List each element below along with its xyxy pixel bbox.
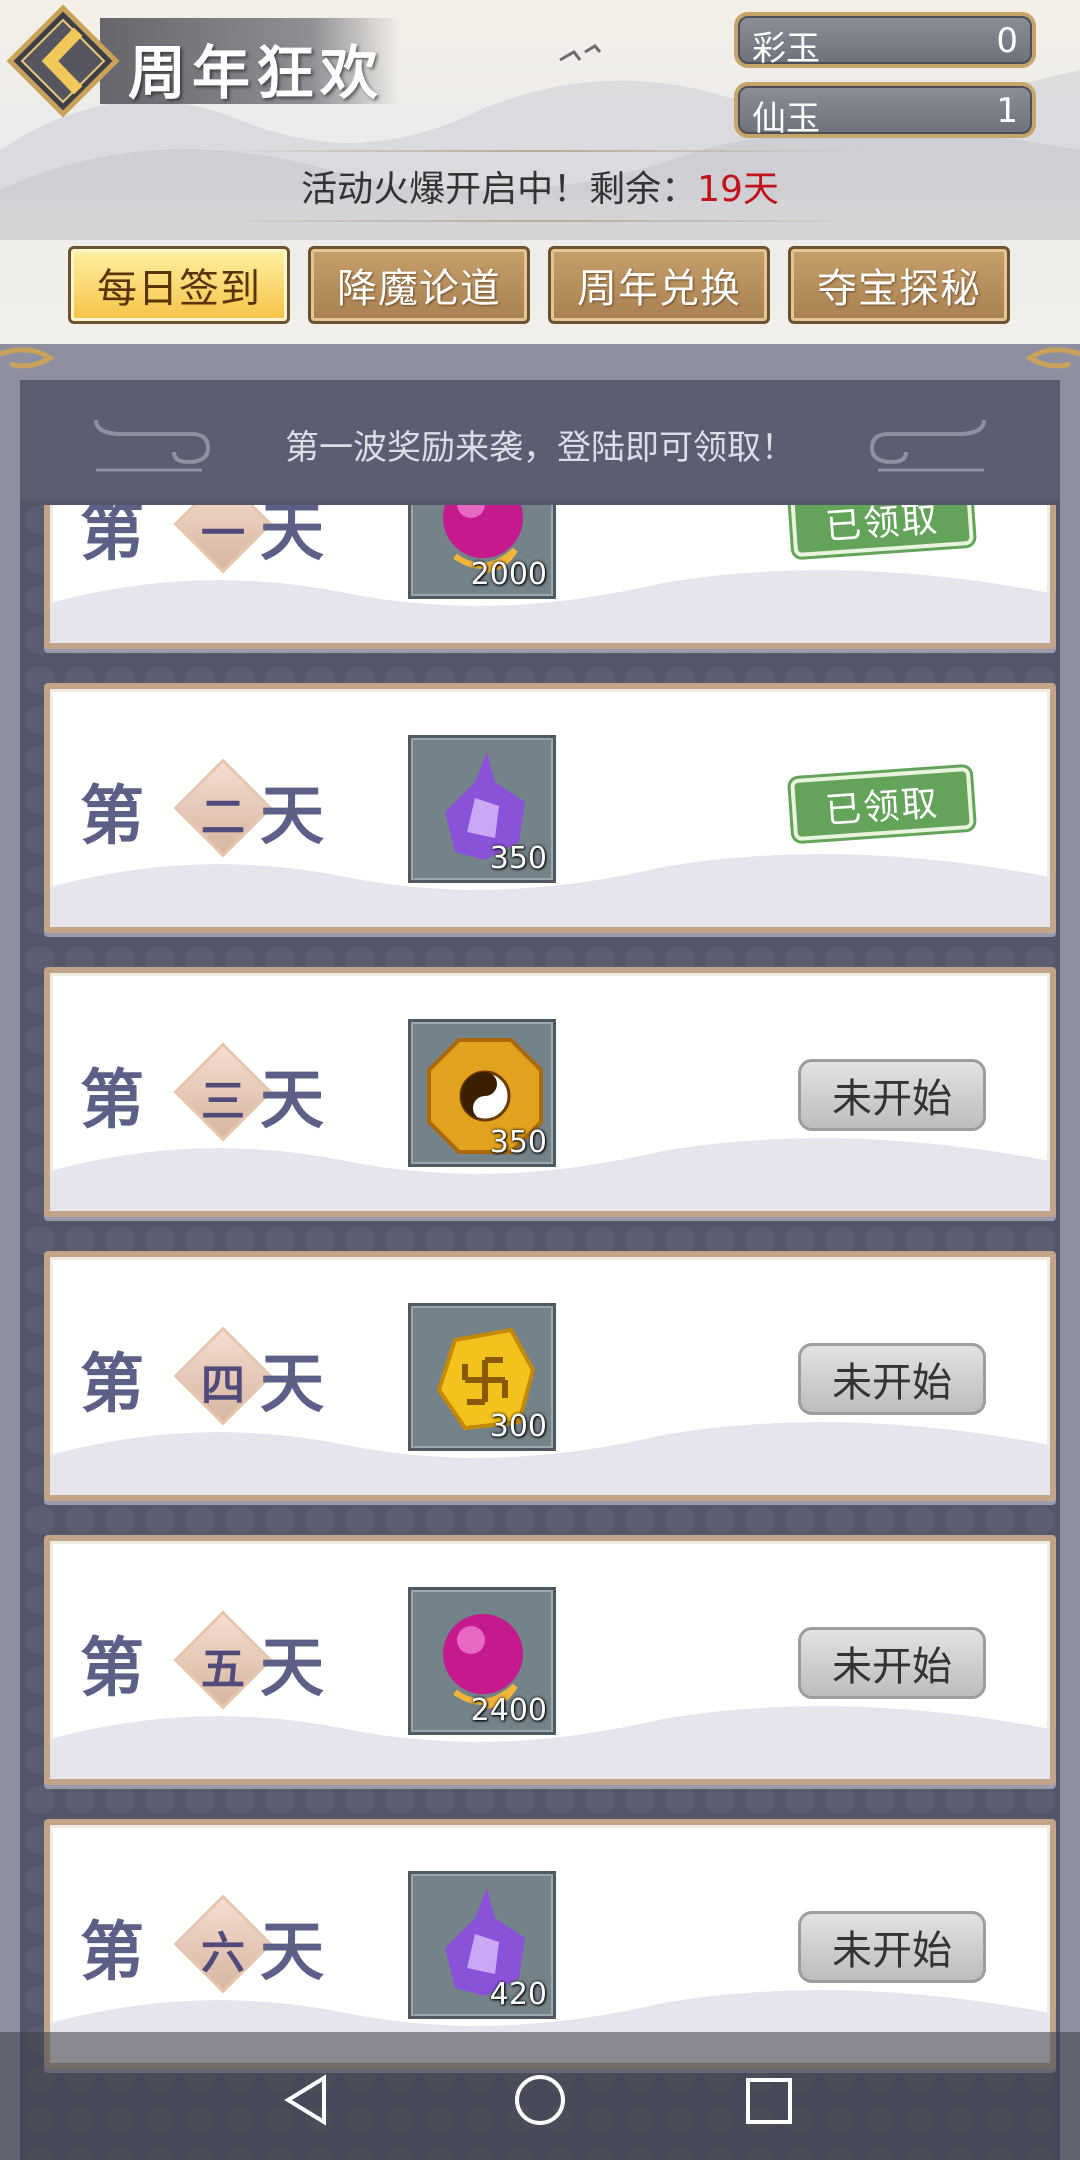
reward-quantity: 420 [489,1977,547,2012]
currency-value: 1 [996,91,1018,131]
reward-quantity: 2000 [470,557,547,592]
currency-label: 仙玉 [752,99,820,139]
day-number-badge: 六 [173,1894,273,1994]
day-number: 四 [201,1360,245,1411]
currency-caiyu: 彩玉 0 [734,12,1036,69]
tab-demon-debate[interactable]: 降魔论道 [308,246,530,324]
tab-daily-signin[interactable]: 每日签到 [68,246,290,324]
divider [210,220,870,222]
cloud-ornament-icon [0,347,1080,369]
day-number-badge: 四 [173,1326,273,1426]
day-prefix: 第 [80,1347,144,1422]
cloud-scroll-icon [869,419,986,472]
reward-item[interactable]: 2000 [408,505,556,599]
day-number: 三 [201,1076,245,1127]
day-prefix: 第 [80,1063,144,1138]
not-started-button[interactable]: 未开始 [798,1911,986,1983]
day-suffix: 天 [260,1631,324,1706]
day-number: 一 [201,508,245,559]
day-number: 五 [201,1644,245,1695]
day-prefix: 第 [80,779,144,854]
day-suffix: 天 [260,1063,324,1138]
day-number-badge: 三 [173,1042,273,1142]
currency-label: 彩玉 [752,29,820,69]
nav-recents-icon[interactable] [744,2076,794,2126]
currency-value: 0 [996,21,1018,61]
day-suffix: 天 [260,505,324,570]
reward-quantity: 300 [489,1409,547,1444]
tab-anniversary-exchange[interactable]: 周年兑换 [548,246,770,324]
day-card-4: 第 四 天 300 未开始 [44,1251,1056,1501]
reward-item[interactable]: 420 [408,1871,556,2019]
day-suffix: 天 [260,779,324,854]
day-number-badge: 二 [173,758,273,858]
reward-item[interactable]: 350 [408,1019,556,1167]
day-number: 六 [201,1928,245,1979]
day-card-3: 第 三 天 350 未开始 [44,967,1056,1217]
claimed-stamp: 已领取 [790,766,974,842]
reward-quantity: 2400 [470,1693,547,1728]
day-prefix: 第 [80,1915,144,1990]
days-remaining: 19天 [697,169,779,210]
divider [210,150,870,152]
day-list[interactable]: 第 一 天 2000 已领取 第 二 天 350 已领取 第 三 天 350 未… [20,505,1060,2160]
day-card-5: 第 五 天 2400 未开始 [44,1535,1056,1785]
day-suffix: 天 [260,1347,324,1422]
tab-treasure-hunt[interactable]: 夺宝探秘 [788,246,1010,324]
day-prefix: 第 [80,1631,144,1706]
system-nav-bar [0,2032,1080,2160]
reward-item[interactable]: 2400 [408,1587,556,1735]
day-prefix: 第 [80,505,144,570]
activity-notice: 活动火爆开启中！剩余：19天 [0,160,1080,212]
reward-item[interactable]: 300 [408,1303,556,1451]
back-arrow-icon [6,4,120,118]
reward-quantity: 350 [489,841,547,876]
panel-header: 第一波奖励来袭，登陆即可领取！ [20,380,1060,500]
day-card-2: 第 二 天 350 已领取 [44,683,1056,933]
day-suffix: 天 [260,1915,324,1990]
not-started-button[interactable]: 未开始 [798,1343,986,1415]
notice-text: 活动火爆开启中！剩余： [301,169,698,210]
nav-home-icon[interactable] [512,2072,568,2128]
reward-quantity: 350 [489,1125,547,1160]
day-number: 二 [201,792,245,843]
day-number-badge: 一 [173,505,273,574]
page-title: 周年狂欢 [128,39,385,107]
day-card-1: 第 一 天 2000 已领取 [44,505,1056,649]
not-started-button[interactable]: 未开始 [798,1627,986,1699]
reward-item[interactable]: 350 [408,735,556,883]
day-number-badge: 五 [173,1610,273,1710]
nav-back-icon[interactable] [282,2074,330,2126]
currency-xianyu: 仙玉 1 [734,82,1036,139]
not-started-button[interactable]: 未开始 [798,1059,986,1131]
back-button[interactable] [6,4,120,118]
